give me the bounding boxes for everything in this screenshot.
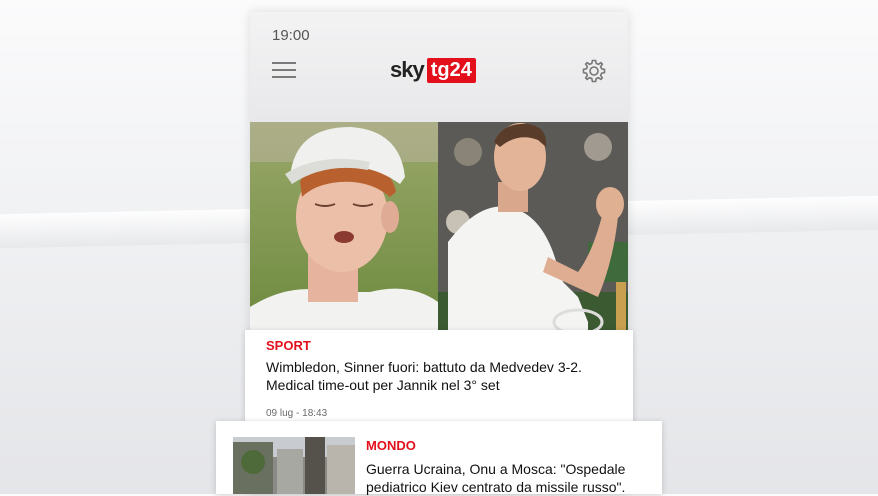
- status-time: 19:00: [272, 27, 310, 44]
- article-headline-line2: pediatrico Kiev centrato da missile russ…: [366, 479, 626, 495]
- article-category: SPORT: [266, 338, 311, 353]
- article-category: MONDO: [366, 438, 416, 453]
- hamburger-menu-icon[interactable]: [272, 62, 296, 78]
- logo-tg24-text: tg24: [426, 57, 476, 83]
- article-headline-line1: Guerra Ucraina, Onu a Mosca: "Ospedale: [366, 461, 626, 477]
- hero-image[interactable]: [250, 122, 628, 332]
- article-timestamp: 09 lug - 18:43: [266, 408, 328, 419]
- hero-photo-medvedev: [438, 122, 628, 332]
- article-headline-line2: Medical time-out per Jannik nel 3° set: [266, 377, 500, 393]
- article-card-sport[interactable]: SPORT Wimbledon, Sinner fuori: battuto d…: [245, 330, 633, 422]
- article-headline-line1: Wimbledon, Sinner fuori: battuto da Medv…: [266, 359, 582, 375]
- hero-photo-sinner: [250, 122, 438, 332]
- sky-tg24-logo[interactable]: sky tg24: [390, 57, 476, 83]
- gear-icon[interactable]: [581, 58, 607, 84]
- logo-sky-text: sky: [390, 57, 425, 82]
- app-header: 19:00 sky tg24: [250, 12, 628, 122]
- article-thumbnail: [233, 437, 355, 494]
- article-card-mondo[interactable]: MONDO Guerra Ucraina, Onu a Mosca: "Ospe…: [216, 421, 662, 495]
